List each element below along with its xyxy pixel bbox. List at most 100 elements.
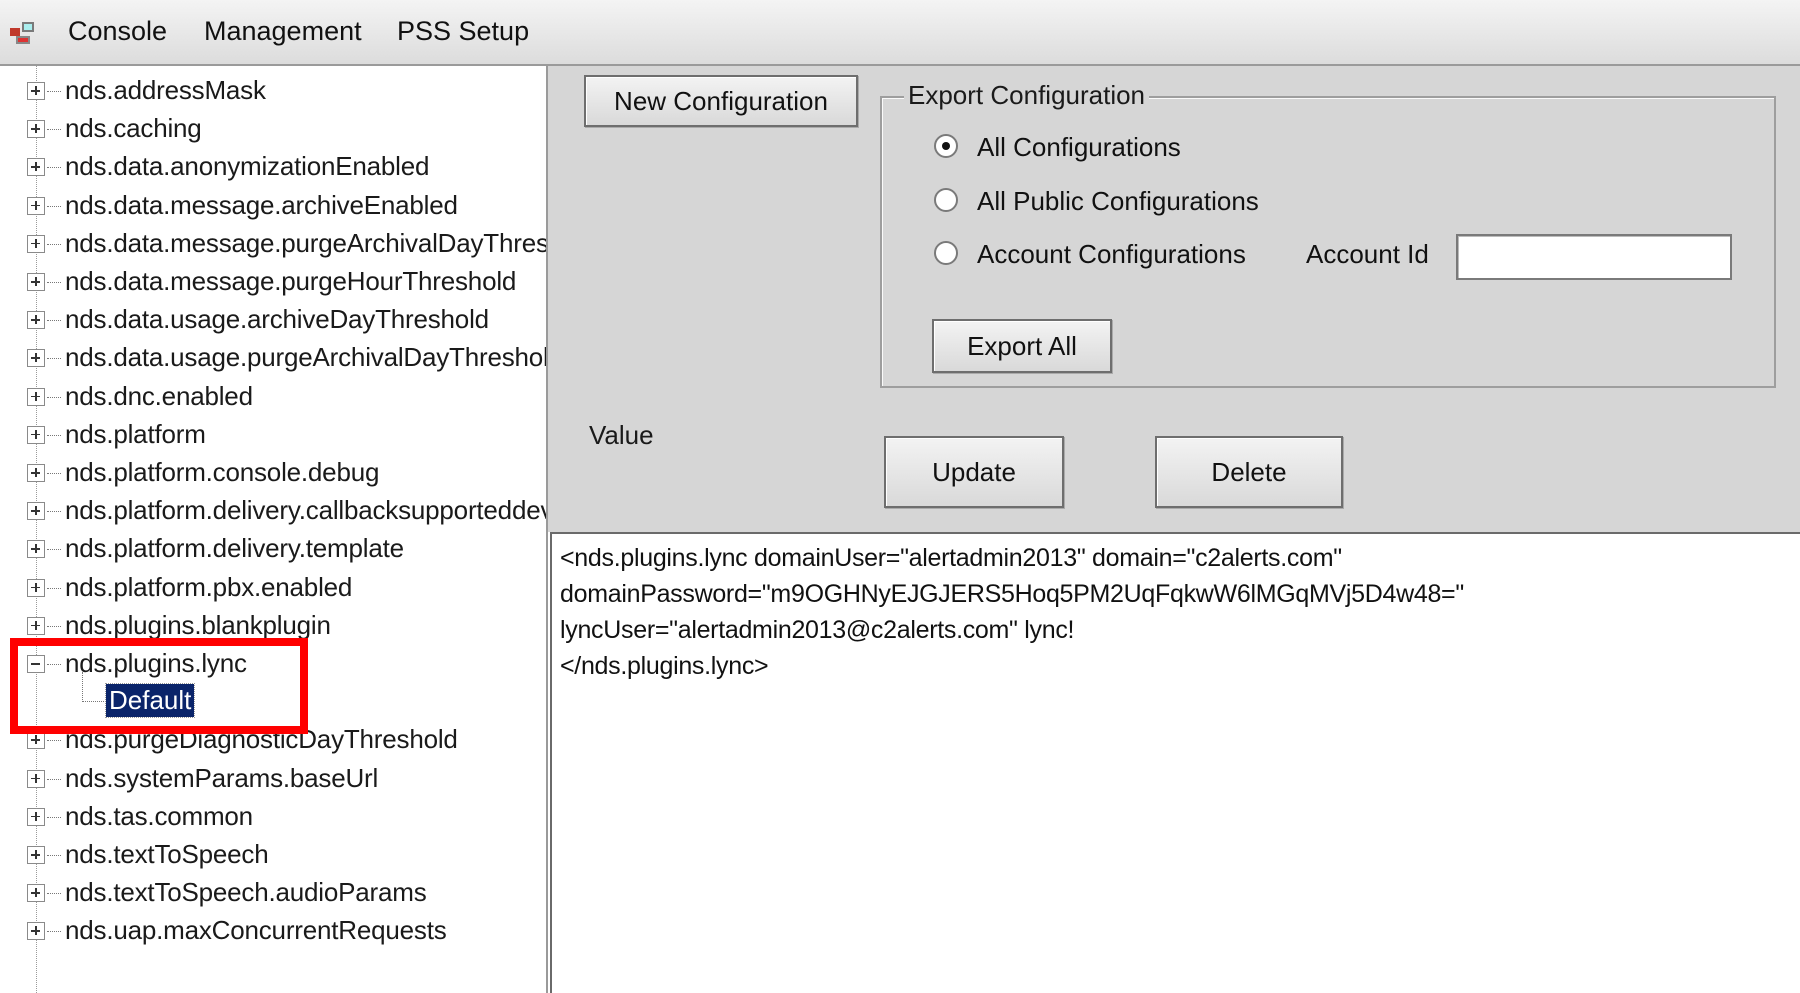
tree-node-label[interactable]: nds.platform.delivery.template xyxy=(65,533,404,564)
radio-all-configurations[interactable] xyxy=(934,134,958,158)
expand-icon[interactable] xyxy=(27,311,45,330)
menu-console[interactable]: Console xyxy=(68,16,167,47)
tree-connector xyxy=(47,320,61,322)
tree-node-label[interactable]: nds.plugins.blankplugin xyxy=(65,610,331,641)
menu-management[interactable]: Management xyxy=(204,16,362,47)
expand-icon[interactable] xyxy=(27,807,45,826)
tree-node-label[interactable]: nds.textToSpeech.audioParams xyxy=(65,877,427,908)
value-editor[interactable]: <nds.plugins.lync domainUser="alertadmin… xyxy=(550,532,1800,993)
tree-node-label[interactable]: nds.data.usage.archiveDayThreshold xyxy=(65,304,489,335)
tree-node[interactable]: nds.dnc.enabled xyxy=(0,377,546,415)
tree-node[interactable]: nds.platform.console.debug xyxy=(0,453,546,491)
tree-node[interactable]: nds.tas.common xyxy=(0,797,546,835)
tree-node[interactable]: nds.addressMask xyxy=(0,71,546,109)
app-icon xyxy=(10,22,34,44)
tree-node-label[interactable]: nds.tas.common xyxy=(65,801,253,832)
expand-icon[interactable] xyxy=(27,922,45,941)
expand-icon[interactable] xyxy=(27,349,45,368)
tree-node-label[interactable]: nds.caching xyxy=(65,113,202,144)
tree-node-label[interactable]: nds.uap.maxConcurrentRequests xyxy=(65,915,447,946)
tree-connector xyxy=(47,167,61,169)
tree-connector xyxy=(47,358,61,360)
tree-connector xyxy=(47,740,61,742)
tree-connector xyxy=(47,816,61,818)
tree-node[interactable]: nds.data.message.archiveEnabled xyxy=(0,186,546,224)
radio-account-configurations-label[interactable]: Account Configurations xyxy=(977,239,1246,270)
tree-connector xyxy=(47,778,61,780)
expand-icon[interactable] xyxy=(27,425,45,444)
config-tree[interactable]: nds.addressMask nds.caching nds.data.anony… xyxy=(0,66,548,993)
export-configuration-title: Export Configuration xyxy=(904,80,1150,111)
radio-all-configurations-label[interactable]: All Configurations xyxy=(977,132,1181,163)
tree-node[interactable]: nds.data.message.purgeHourThreshold xyxy=(0,262,546,300)
tree-connector xyxy=(47,205,61,207)
tree-node-label[interactable]: nds.platform xyxy=(65,419,206,450)
tree-node[interactable]: nds.textToSpeech xyxy=(0,835,546,873)
tree-connector xyxy=(47,931,61,933)
expand-icon[interactable] xyxy=(27,616,45,635)
expand-icon[interactable] xyxy=(27,82,45,100)
tree-node[interactable]: nds.platform.pbx.enabled xyxy=(0,568,546,606)
tree-node-label[interactable]: nds.data.anonymizationEnabled xyxy=(65,151,429,182)
tree-node[interactable]: nds.data.usage.archiveDayThreshold xyxy=(0,300,546,338)
new-configuration-button[interactable]: New Configuration xyxy=(584,75,858,127)
expand-icon[interactable] xyxy=(27,464,45,482)
tree-node[interactable]: nds.data.message.purgeArchivalDayThres xyxy=(0,224,546,262)
expand-icon[interactable] xyxy=(27,158,45,177)
delete-button[interactable]: Delete xyxy=(1155,436,1343,508)
tree-node-label[interactable]: nds.data.message.archiveEnabled xyxy=(65,190,458,221)
tree-node-label[interactable]: nds.platform.pbx.enabled xyxy=(65,572,352,603)
expand-icon[interactable] xyxy=(27,846,45,864)
highlight-annotation xyxy=(10,638,308,734)
expand-icon[interactable] xyxy=(27,769,45,788)
tree-node[interactable]: nds.systemParams.baseUrl xyxy=(0,759,546,797)
expand-icon[interactable] xyxy=(27,387,45,406)
tree-node-label[interactable]: nds.dnc.enabled xyxy=(65,381,253,412)
code-line: </nds.plugins.lync> xyxy=(560,652,769,680)
expand-icon[interactable] xyxy=(27,731,45,750)
expand-icon[interactable] xyxy=(27,120,45,139)
expand-icon[interactable] xyxy=(27,540,45,559)
expand-icon[interactable] xyxy=(27,884,45,903)
expand-icon[interactable] xyxy=(27,502,45,521)
tree-node-label[interactable]: nds.systemParams.baseUrl xyxy=(65,763,378,794)
expand-icon[interactable] xyxy=(27,234,45,253)
radio-account-configurations[interactable] xyxy=(934,241,958,265)
menu-pss-setup[interactable]: PSS Setup xyxy=(397,16,529,47)
tree-node[interactable]: nds.platform xyxy=(0,415,546,453)
update-button[interactable]: Update xyxy=(884,436,1064,508)
code-line: domainPassword="m9OGHNyEJGJERS5Hoq5PM2Uq… xyxy=(560,580,1464,608)
expand-icon[interactable] xyxy=(27,196,45,215)
tree-node-label[interactable]: nds.platform.delivery.callbacksupportedd… xyxy=(65,495,546,526)
tree-connector xyxy=(47,473,61,474)
tree-connector xyxy=(47,511,61,513)
tree-connector xyxy=(47,549,61,551)
code-line: lyncUser="alertadmin2013@c2alerts.com" l… xyxy=(560,616,1075,644)
tree-node-label[interactable]: nds.platform.console.debug xyxy=(65,457,379,488)
tree-node[interactable]: nds.uap.maxConcurrentRequests xyxy=(0,911,546,949)
code-line: <nds.plugins.lync domainUser="alertadmin… xyxy=(560,544,1342,572)
tree-connector xyxy=(47,129,61,131)
tree-connector xyxy=(47,625,61,627)
tree-connector xyxy=(47,855,61,856)
expand-icon[interactable] xyxy=(27,273,45,291)
tree-node[interactable]: nds.data.anonymizationEnabled xyxy=(0,147,546,185)
tree-node[interactable]: nds.platform.delivery.callbacksupportedd… xyxy=(0,491,546,529)
tree-node-label[interactable]: nds.data.usage.purgeArchivalDayThreshol xyxy=(65,342,546,373)
tree-node-label[interactable]: nds.addressMask xyxy=(65,75,266,106)
tree-node-label[interactable]: nds.data.message.purgeArchivalDayThres xyxy=(65,228,546,259)
tree-node[interactable]: nds.platform.delivery.template xyxy=(0,529,546,567)
tree-node[interactable]: nds.data.usage.purgeArchivalDayThreshol xyxy=(0,338,546,376)
radio-all-public-configurations[interactable] xyxy=(934,188,958,212)
tree-connector xyxy=(47,893,61,895)
export-all-button[interactable]: Export All xyxy=(932,319,1112,373)
expand-icon[interactable] xyxy=(27,578,45,597)
value-label: Value xyxy=(589,420,654,450)
radio-all-public-configurations-label[interactable]: All Public Configurations xyxy=(977,186,1259,217)
account-id-input[interactable] xyxy=(1456,234,1732,280)
tree-node[interactable]: nds.caching xyxy=(0,109,546,147)
tree-node-label[interactable]: nds.textToSpeech xyxy=(65,839,269,870)
tree-connector xyxy=(47,243,61,245)
tree-node[interactable]: nds.textToSpeech.audioParams xyxy=(0,873,546,911)
tree-node-label[interactable]: nds.data.message.purgeHourThreshold xyxy=(65,266,516,297)
